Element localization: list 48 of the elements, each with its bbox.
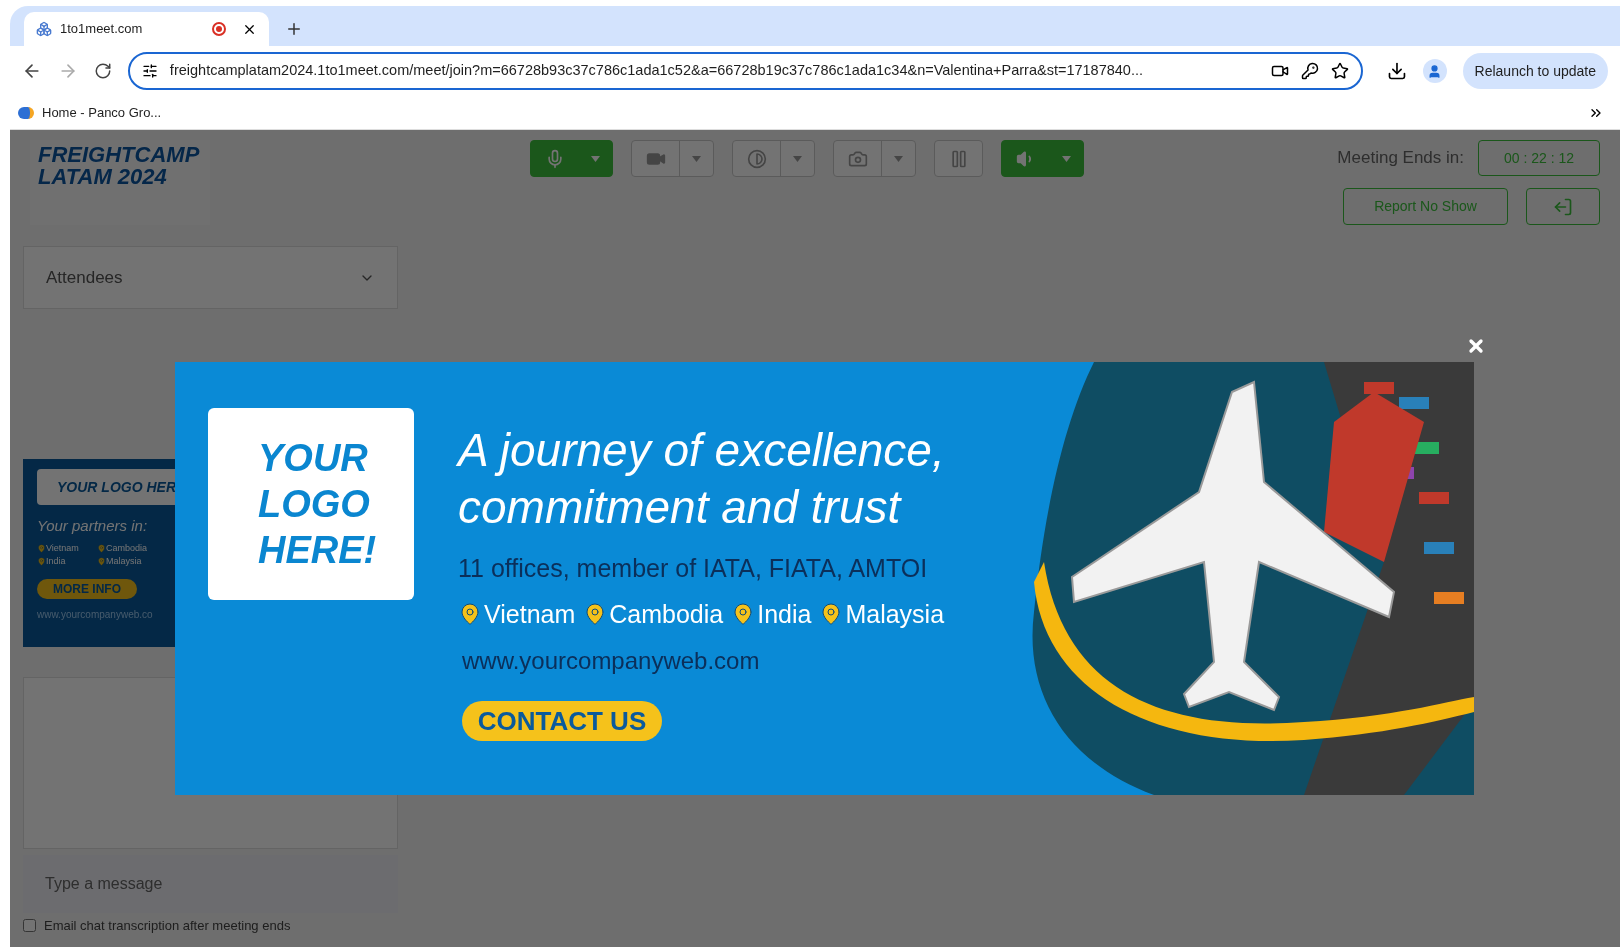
transcript-label: Email chat transcription after meeting ends <box>44 917 291 935</box>
location-pin-icon <box>37 543 46 553</box>
browser-tab[interactable]: 1to1meet.com <box>24 12 269 46</box>
contrast-icon <box>746 148 767 169</box>
ad-location: Malaysia <box>106 555 142 568</box>
close-icon[interactable] <box>1466 336 1486 356</box>
address-bar[interactable]: freightcamplatam2024.1to1meet.com/meet/join?m=66728b93c37c786c1ada1c52&a=66728b19c37c786c1ada1c34&n=Valentina+Parra&st=17187840... <box>127 52 1363 90</box>
caret-icon <box>793 155 802 162</box>
recording-icon <box>212 22 226 36</box>
banner-headline: A journey of excellence, commitment and trust <box>458 423 945 535</box>
download-icon[interactable] <box>1386 61 1407 81</box>
countdown-timer: 00 : 22 : 12 <box>1478 140 1600 176</box>
banner-location: Vietnam <box>484 598 576 630</box>
location-pin-icon <box>97 543 106 553</box>
bookmark-star-icon[interactable] <box>1330 62 1349 80</box>
banner-location: Malaysia <box>845 598 945 630</box>
banner-website: www.yourcompanyweb.com <box>462 646 761 676</box>
location-pin-icon <box>97 557 106 567</box>
profile-icon[interactable] <box>1422 59 1447 83</box>
site-icon <box>36 21 52 37</box>
ad-location: Vietnam <box>46 541 79 555</box>
ad-tagline: Your partners in: <box>37 516 149 536</box>
ad-website: www.yourcompanyweb.co <box>37 607 154 622</box>
ad-logo-text: YOUR LOGO HER <box>37 469 175 505</box>
ad-location: Cambodia <box>106 541 148 555</box>
new-tab-icon[interactable] <box>285 20 303 38</box>
bookmark-item[interactable]: Home - Panco Gro... <box>18 102 162 123</box>
contact-us-button[interactable]: CONTACT US <box>462 701 662 741</box>
banner-location: India <box>757 598 812 630</box>
caret-icon <box>1062 155 1071 162</box>
site-settings-icon <box>141 63 158 79</box>
location-pin-icon <box>458 602 482 627</box>
key-icon <box>1300 62 1319 80</box>
location-pin-icon <box>37 557 46 567</box>
banner-location: Cambodia <box>609 598 724 630</box>
banner-logo: YOUR LOGO HERE! <box>208 408 414 600</box>
reload-icon[interactable] <box>93 62 112 80</box>
exit-icon <box>1553 196 1573 217</box>
transcript-checkbox[interactable] <box>23 919 36 933</box>
tab-title: 1to1meet.com <box>60 20 144 39</box>
banner-offices: 11 offices, member of IATA, FIATA, AMTOI <box>458 553 929 584</box>
timer-label: Meeting Ends in: <box>1337 147 1464 170</box>
caret-icon <box>591 155 600 162</box>
relaunch-button[interactable]: Relaunch to update <box>1462 53 1608 89</box>
url-text: freightcamplatam2024.1to1meet.com/meet/join?m=66728b93c37c786c1ada1c52&a=66728b19c37c786c1ada1c34&n=Valentina+Parra&st=17187840... <box>169 61 1145 81</box>
caret-icon <box>894 155 903 162</box>
caret-icon <box>692 155 701 162</box>
ad-location: India <box>46 555 66 568</box>
